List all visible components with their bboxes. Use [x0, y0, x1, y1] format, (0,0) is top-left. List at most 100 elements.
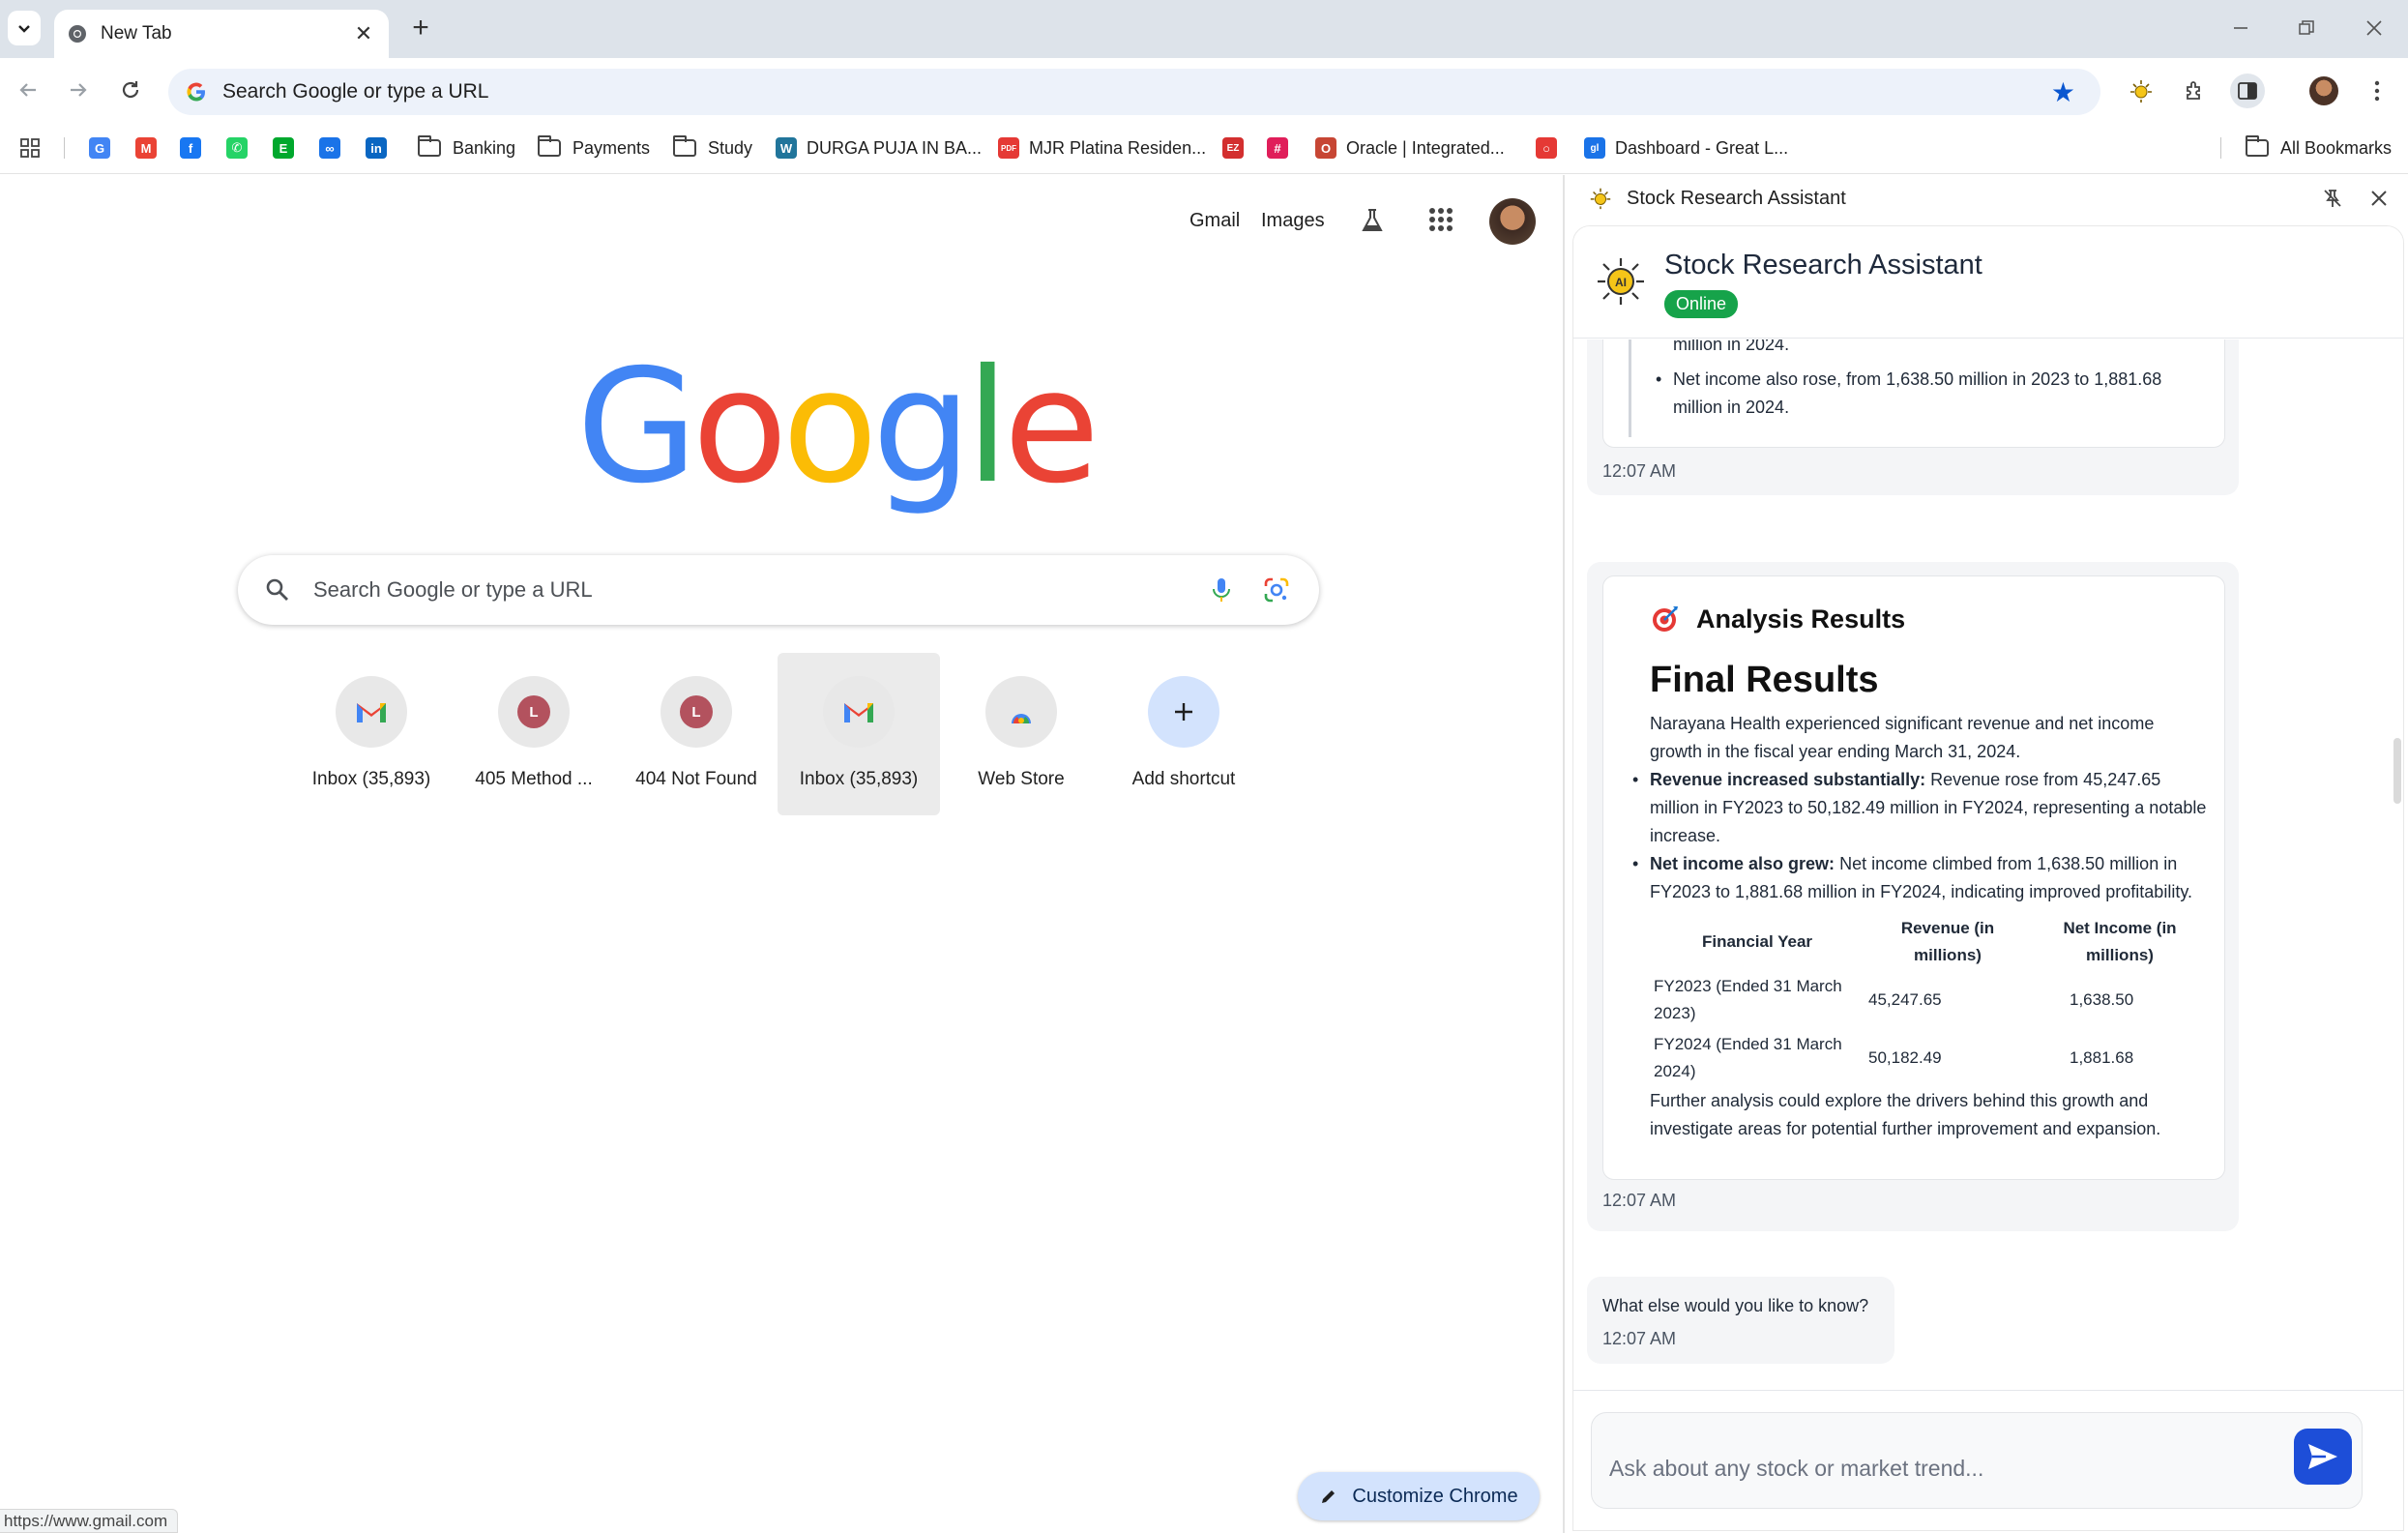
pdf-icon: PDF — [998, 137, 1019, 159]
tab-title: New Tab — [101, 23, 172, 44]
bookmark-whatsapp[interactable]: ✆ — [226, 133, 248, 162]
new-tab-button[interactable]: + — [406, 14, 435, 43]
list-item: Net income also rose, from 1,638.50 mill… — [1656, 366, 2195, 422]
chat-input[interactable]: Ask about any stock or market trend... — [1591, 1412, 2363, 1509]
table-row: FY2023 (Ended 31 March 2023) 45,247.65 1… — [1650, 971, 2209, 1029]
more-menu-icon[interactable] — [2360, 74, 2394, 108]
all-bookmarks-label: All Bookmarks — [2280, 137, 2393, 158]
shortcut-tile[interactable]: Add shortcut — [1102, 653, 1265, 815]
shortcut-tile[interactable]: L 405 Method ... — [453, 653, 615, 815]
bookmark-dashboard-great-l[interactable]: gl Dashboard - Great L... — [1584, 133, 1788, 162]
bookmark-mjr-platina-residen[interactable]: PDF MJR Platina Residen... — [998, 133, 1206, 162]
svg-text:AI: AI — [1615, 276, 1627, 289]
all-bookmarks-button[interactable]: All Bookmarks — [2246, 133, 2392, 162]
list-item-bold: Net income also grew: — [1650, 854, 1835, 873]
ntp-search-box[interactable]: Search Google or type a URL — [238, 555, 1319, 625]
linkedin-icon: in — [366, 137, 387, 159]
google-account-avatar[interactable] — [1489, 198, 1536, 245]
close-tab-icon[interactable]: ✕ — [352, 21, 375, 46]
side-panel: Stock Research Assistant AI Stock Resear… — [1565, 175, 2408, 1533]
customize-chrome-button[interactable]: Customize Chrome — [1298, 1472, 1540, 1520]
bookmark-ez[interactable]: EZ — [1222, 133, 1244, 162]
table-header-cell: Net Income (in millions) — [2063, 919, 2177, 964]
bookmark-label: Banking — [453, 137, 516, 158]
bookmark-oracle-integrated[interactable]: O Oracle | Integrated... — [1315, 133, 1505, 162]
shortcut-icon-circle — [985, 676, 1057, 748]
table-header-cell: Financial Year — [1701, 932, 1813, 951]
quote-bar — [1629, 339, 1631, 437]
new-tab-page: Gmail Images Google Search Google or typ… — [0, 175, 1563, 1533]
folder-icon — [673, 135, 696, 157]
images-link[interactable]: Images — [1261, 210, 1325, 232]
bookmark-gmail[interactable]: M — [135, 133, 157, 162]
profile-avatar[interactable] — [2309, 76, 2338, 105]
bookmark-facebook[interactable]: f — [180, 133, 201, 162]
shortcut-tile[interactable]: Web Store — [940, 653, 1102, 815]
shortcut-tile[interactable]: L 404 Not Found — [615, 653, 778, 815]
bookmark-study[interactable]: Study — [673, 133, 752, 162]
bookmark-linkedin[interactable]: in — [366, 133, 387, 162]
google-apps-icon[interactable] — [1427, 206, 1454, 238]
unpin-icon[interactable] — [2315, 181, 2350, 216]
omnibox[interactable]: Search Google or type a URL ★ — [168, 69, 2100, 115]
minimize-icon[interactable] — [2226, 14, 2255, 43]
extensions-puzzle-icon[interactable] — [2178, 74, 2213, 108]
bookmark-slack[interactable]: # — [1267, 133, 1288, 162]
bookmark-link[interactable]: ∞ — [319, 133, 340, 162]
outro-paragraph: Further analysis could explore the drive… — [1650, 1091, 2161, 1138]
bookmark-label: DURGA PUJA IN BA... — [807, 137, 983, 158]
restore-icon[interactable] — [2292, 14, 2321, 43]
table-cell: FY2023 (Ended 31 March 2023) — [1654, 977, 1842, 1022]
assistant-message: million in 2024. Net income also rose, f… — [1587, 339, 2239, 495]
slack-icon: # — [1267, 137, 1288, 159]
tab-search-button[interactable] — [8, 11, 41, 45]
bookmarks-divider — [64, 137, 65, 159]
bookmarks-divider — [2220, 137, 2221, 159]
labs-flask-icon[interactable] — [1358, 206, 1387, 240]
bookmark-evernote[interactable]: E — [273, 133, 294, 162]
facebook-icon: f — [180, 137, 201, 159]
toolbar: Search Google or type a URL ★ — [0, 58, 2408, 122]
back-icon[interactable] — [12, 74, 44, 106]
microphone-icon[interactable] — [1211, 576, 1232, 604]
bookmark-star-icon[interactable]: ★ — [2051, 76, 2075, 108]
folder-icon — [538, 135, 561, 157]
intro-paragraph: Narayana Health experienced significant … — [1650, 714, 2155, 761]
google-lens-icon[interactable] — [1263, 576, 1290, 604]
bookmark-label: MJR Platina Residen... — [1029, 137, 1207, 158]
list-item: Net income also grew: Net income climbed… — [1632, 850, 2211, 906]
forward-icon[interactable] — [62, 74, 95, 106]
assistant-message: What else would you like to know? 12:07 … — [1587, 1277, 1894, 1364]
send-button[interactable] — [2294, 1429, 2352, 1485]
plus-icon — [1175, 703, 1192, 721]
evernote-icon: E — [273, 137, 294, 159]
message-timestamp: 12:07 AM — [1602, 1191, 1677, 1210]
shortcut-label: 404 Not Found — [635, 769, 757, 789]
google-logo-letter: G — [576, 337, 698, 518]
webstore-icon — [1010, 710, 1033, 723]
gmail-link[interactable]: Gmail — [1189, 210, 1240, 232]
shortcut-icon-circle — [1148, 676, 1219, 748]
bookmark-ring[interactable]: ○ — [1536, 133, 1557, 162]
stock-assistant-extension-icon[interactable] — [2124, 74, 2158, 108]
side-panel-icon[interactable] — [2230, 74, 2265, 108]
tab-new-tab[interactable]: New Tab ✕ — [54, 10, 389, 58]
close-window-icon[interactable] — [2360, 14, 2389, 43]
google-icon: G — [89, 137, 110, 159]
customize-chrome-label: Customize Chrome — [1352, 1485, 1518, 1507]
target-icon — [1653, 606, 1678, 632]
bookmark-google[interactable]: G — [89, 133, 110, 162]
shortcut-tile[interactable]: Inbox (35,893) — [290, 653, 453, 815]
chat-scrollbar[interactable] — [2393, 738, 2401, 804]
greatlearning-icon: gl — [1584, 137, 1605, 159]
bookmark-label: Payments — [573, 137, 651, 158]
apps-grid-icon[interactable] — [19, 133, 41, 162]
shortcut-tile[interactable]: Inbox (35,893) — [778, 653, 940, 815]
bookmark-banking[interactable]: Banking — [418, 133, 515, 162]
analysis-results-heading: Analysis Results — [1650, 604, 1905, 634]
bookmark-durga-puja-in-ba[interactable]: W DURGA PUJA IN BA... — [776, 133, 982, 162]
close-panel-icon[interactable] — [2362, 181, 2396, 216]
reload-icon[interactable] — [114, 74, 147, 106]
bookmark-payments[interactable]: Payments — [538, 133, 650, 162]
gmail-icon: M — [135, 137, 157, 159]
